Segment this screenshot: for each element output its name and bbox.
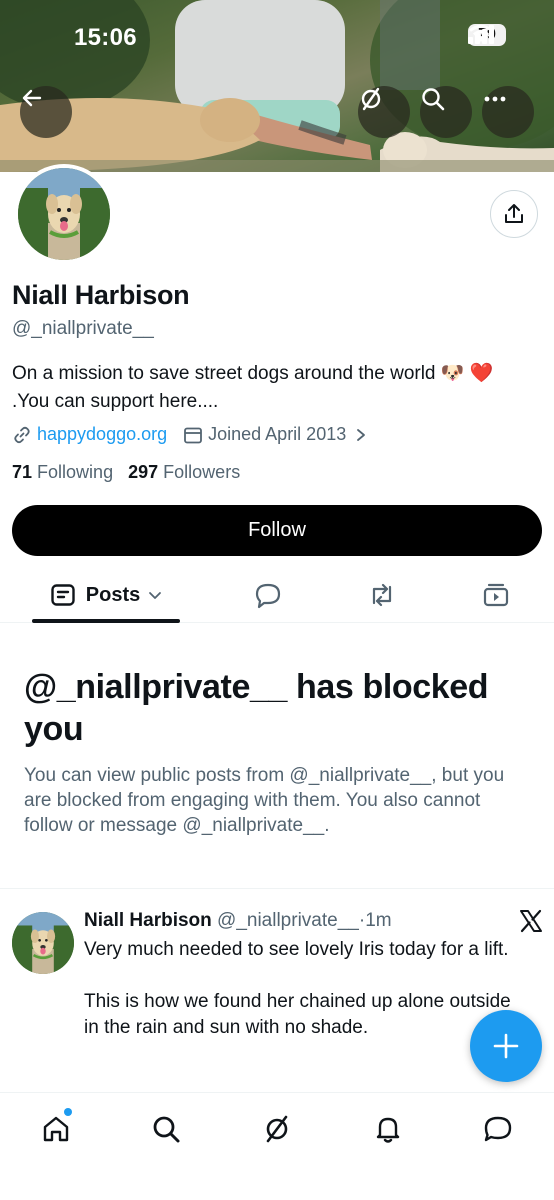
followers-link[interactable]: 297 Followers (128, 462, 240, 482)
chevron-down-icon[interactable] (148, 588, 162, 602)
calendar-icon (184, 427, 203, 443)
tweet-avatar[interactable] (12, 912, 74, 974)
plus-icon (493, 1033, 519, 1059)
grok-icon (361, 87, 381, 111)
follow-stats: 71 Following 297 Followers (12, 462, 240, 483)
link-icon (14, 426, 30, 443)
nav-messages[interactable] (476, 1107, 520, 1151)
nav-grok[interactable] (255, 1107, 299, 1151)
profile-bio: On a mission to save street dogs around … (12, 363, 494, 412)
tweet-time: 1m (365, 910, 392, 931)
tweet-author-handle: @_niallprivate__ (217, 910, 359, 931)
back-arrow-icon (22, 89, 42, 107)
posts-icon (51, 584, 75, 606)
blocked-description: You can view public posts from @_niallpr… (24, 765, 505, 836)
compose-button[interactable] (470, 1010, 542, 1082)
following-label: Following (37, 462, 114, 482)
notifications-icon (376, 1117, 400, 1143)
tab-posts-label: Posts (85, 583, 141, 606)
profile-meta: happydoggo.org Joined April 2013 (12, 424, 368, 445)
replies-icon (255, 583, 281, 609)
followers-label: Followers (163, 462, 241, 482)
wifi-icon (469, 24, 493, 42)
messages-icon (484, 1116, 512, 1142)
media-icon (483, 583, 509, 607)
tab-reposts[interactable] (360, 567, 404, 623)
nav-search[interactable] (144, 1107, 188, 1151)
avatar-photo (18, 168, 110, 260)
following-link[interactable]: 71 Following (12, 462, 113, 482)
divider (0, 888, 554, 889)
profile-tabs: Posts (0, 567, 554, 623)
repost-icon (372, 583, 392, 607)
blocked-title: @_niallprivate__ has blocked you (24, 668, 489, 748)
more-button[interactable] (482, 86, 534, 138)
tweet-author-name[interactable]: Niall Harbison (84, 910, 212, 931)
bottom-nav (0, 1092, 554, 1200)
following-count: 71 (12, 462, 33, 482)
search-icon (422, 88, 445, 111)
tab-posts[interactable]: Posts (32, 567, 180, 623)
grok-button[interactable] (358, 86, 410, 138)
tab-replies[interactable] (246, 567, 290, 623)
profile-joined: Joined April 2013 (208, 424, 347, 444)
notification-dot (64, 1108, 72, 1116)
more-icon (484, 96, 506, 102)
profile-handle: @_niallprivate__ (12, 318, 154, 339)
header-banner: 15:06 79 (0, 0, 554, 172)
status-bar: 15:06 79 (0, 0, 554, 72)
profile-avatar[interactable] (14, 164, 114, 264)
followers-count: 297 (128, 462, 159, 482)
search-button[interactable] (420, 86, 472, 138)
share-button[interactable] (490, 190, 538, 238)
avatar (18, 168, 110, 260)
tweet-header: Niall Harbison @_niallprivate__·1m (84, 910, 392, 932)
grok-icon (266, 1115, 288, 1143)
nav-home[interactable] (34, 1107, 78, 1151)
search-icon (153, 1116, 180, 1143)
status-icons: 79 (468, 24, 506, 46)
profile-link[interactable]: happydoggo.org (37, 424, 167, 445)
status-time: 15:06 (74, 24, 137, 51)
nav-notifications[interactable] (366, 1107, 410, 1151)
tab-media[interactable] (474, 567, 518, 623)
chevron-right-icon[interactable] (354, 428, 368, 442)
x-logo-icon (520, 909, 542, 933)
follow-button[interactable]: Follow (12, 505, 542, 556)
share-icon (505, 204, 523, 223)
back-button[interactable] (20, 86, 72, 138)
home-icon (43, 1116, 69, 1142)
avatar-photo (12, 912, 74, 974)
tweet-text: Very much needed to see lovely Iris toda… (84, 939, 511, 1038)
profile-display-name: Niall Harbison (12, 280, 190, 310)
tab-active-indicator (32, 619, 180, 623)
